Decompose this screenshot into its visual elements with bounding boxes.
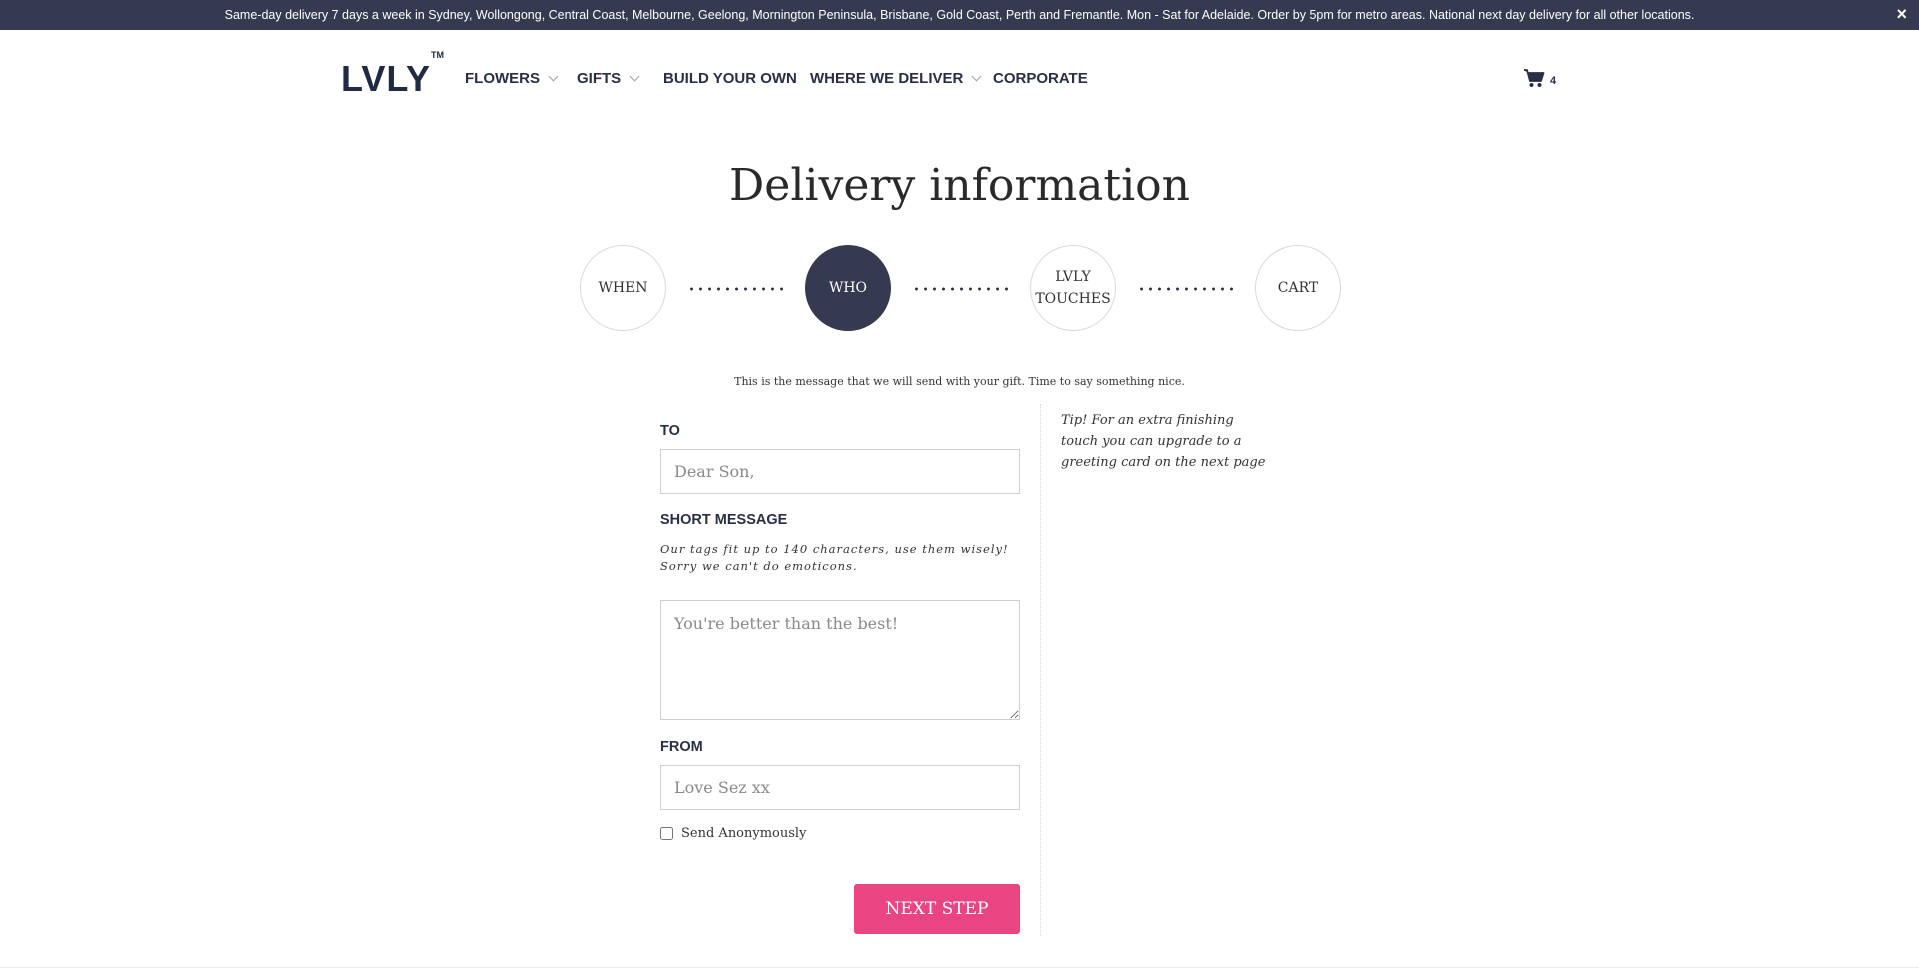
nav-deliver-label: WHERE WE DELIVER [810, 70, 964, 87]
intro-text: This is the message that we will send wi… [734, 375, 1185, 388]
chevron-down-icon [548, 71, 559, 81]
nav-where-we-deliver[interactable]: WHERE WE DELIVER [810, 70, 982, 87]
announcement-bar: Same-day delivery 7 days a week in Sydne… [0, 0, 1919, 30]
nav-gifts-label: GIFTS [577, 70, 622, 87]
step-touches-line1: LVLY [1055, 269, 1091, 285]
cart-button[interactable]: 4 [1523, 68, 1556, 93]
short-message-label: SHORT MESSAGE [660, 512, 788, 528]
close-icon[interactable]: × [1896, 5, 1907, 23]
nav-gifts[interactable]: GIFTS [577, 70, 640, 87]
step-who-label: WHO [828, 280, 868, 296]
nav-flowers-label: FLOWERS [465, 70, 540, 87]
nav-build-your-own[interactable]: BUILD YOUR OWN [663, 70, 797, 87]
shopping-cart-icon [1523, 68, 1545, 93]
step-connector [687, 287, 785, 291]
tip-text: Tip! For an extra finishing touch you ca… [1061, 413, 1266, 470]
short-message-textarea[interactable] [660, 600, 1020, 720]
send-anonymously[interactable]: Send Anonymously [660, 826, 806, 841]
page-title: Delivery information [729, 160, 1190, 211]
chevron-down-icon [629, 71, 640, 81]
logo[interactable]: LVLYTM [341, 50, 444, 100]
nav-build-label: BUILD YOUR OWN [663, 70, 797, 87]
message-hint-line1: Our tags fit up to 140 characters, use t… [660, 542, 1009, 556]
step-lvly-touches[interactable]: LVLY TOUCHES [1030, 245, 1116, 331]
step-touches-label: LVLY TOUCHES [1035, 266, 1110, 310]
step-when[interactable]: WHEN [580, 245, 666, 331]
send-anonymously-checkbox[interactable] [660, 827, 673, 840]
logo-text: LVLY [341, 58, 432, 99]
message-hint-line2: Sorry we can't do emoticons. [660, 559, 858, 573]
main-nav: LVLYTM FLOWERS GIFTS BUILD YOUR OWN WHER… [0, 30, 1919, 126]
step-cart-label: CART [1277, 280, 1319, 296]
from-label: FROM [660, 739, 703, 755]
nav-flowers[interactable]: FLOWERS [465, 70, 559, 87]
step-connector [1137, 287, 1235, 291]
chevron-down-icon [971, 71, 982, 81]
to-input[interactable] [660, 449, 1020, 494]
send-anonymously-label: Send Anonymously [681, 826, 807, 841]
step-who[interactable]: WHO [805, 245, 891, 331]
cart-count: 4 [1550, 74, 1557, 87]
step-when-label: WHEN [598, 280, 648, 296]
step-touches-line2: TOUCHES [1035, 291, 1111, 307]
column-divider [1040, 404, 1041, 936]
step-connector [912, 287, 1010, 291]
nav-corporate[interactable]: CORPORATE [993, 70, 1088, 87]
nav-corporate-label: CORPORATE [993, 70, 1088, 87]
step-cart[interactable]: CART [1255, 245, 1341, 331]
message-hint: Our tags fit up to 140 characters, use t… [660, 541, 1020, 575]
to-label: TO [660, 423, 680, 439]
from-input[interactable] [660, 765, 1020, 810]
footer-divider [0, 967, 1919, 968]
next-step-button[interactable]: NEXT STEP [854, 884, 1020, 934]
trademark: TM [431, 50, 445, 60]
announcement-text: Same-day delivery 7 days a week in Sydne… [224, 8, 1695, 22]
